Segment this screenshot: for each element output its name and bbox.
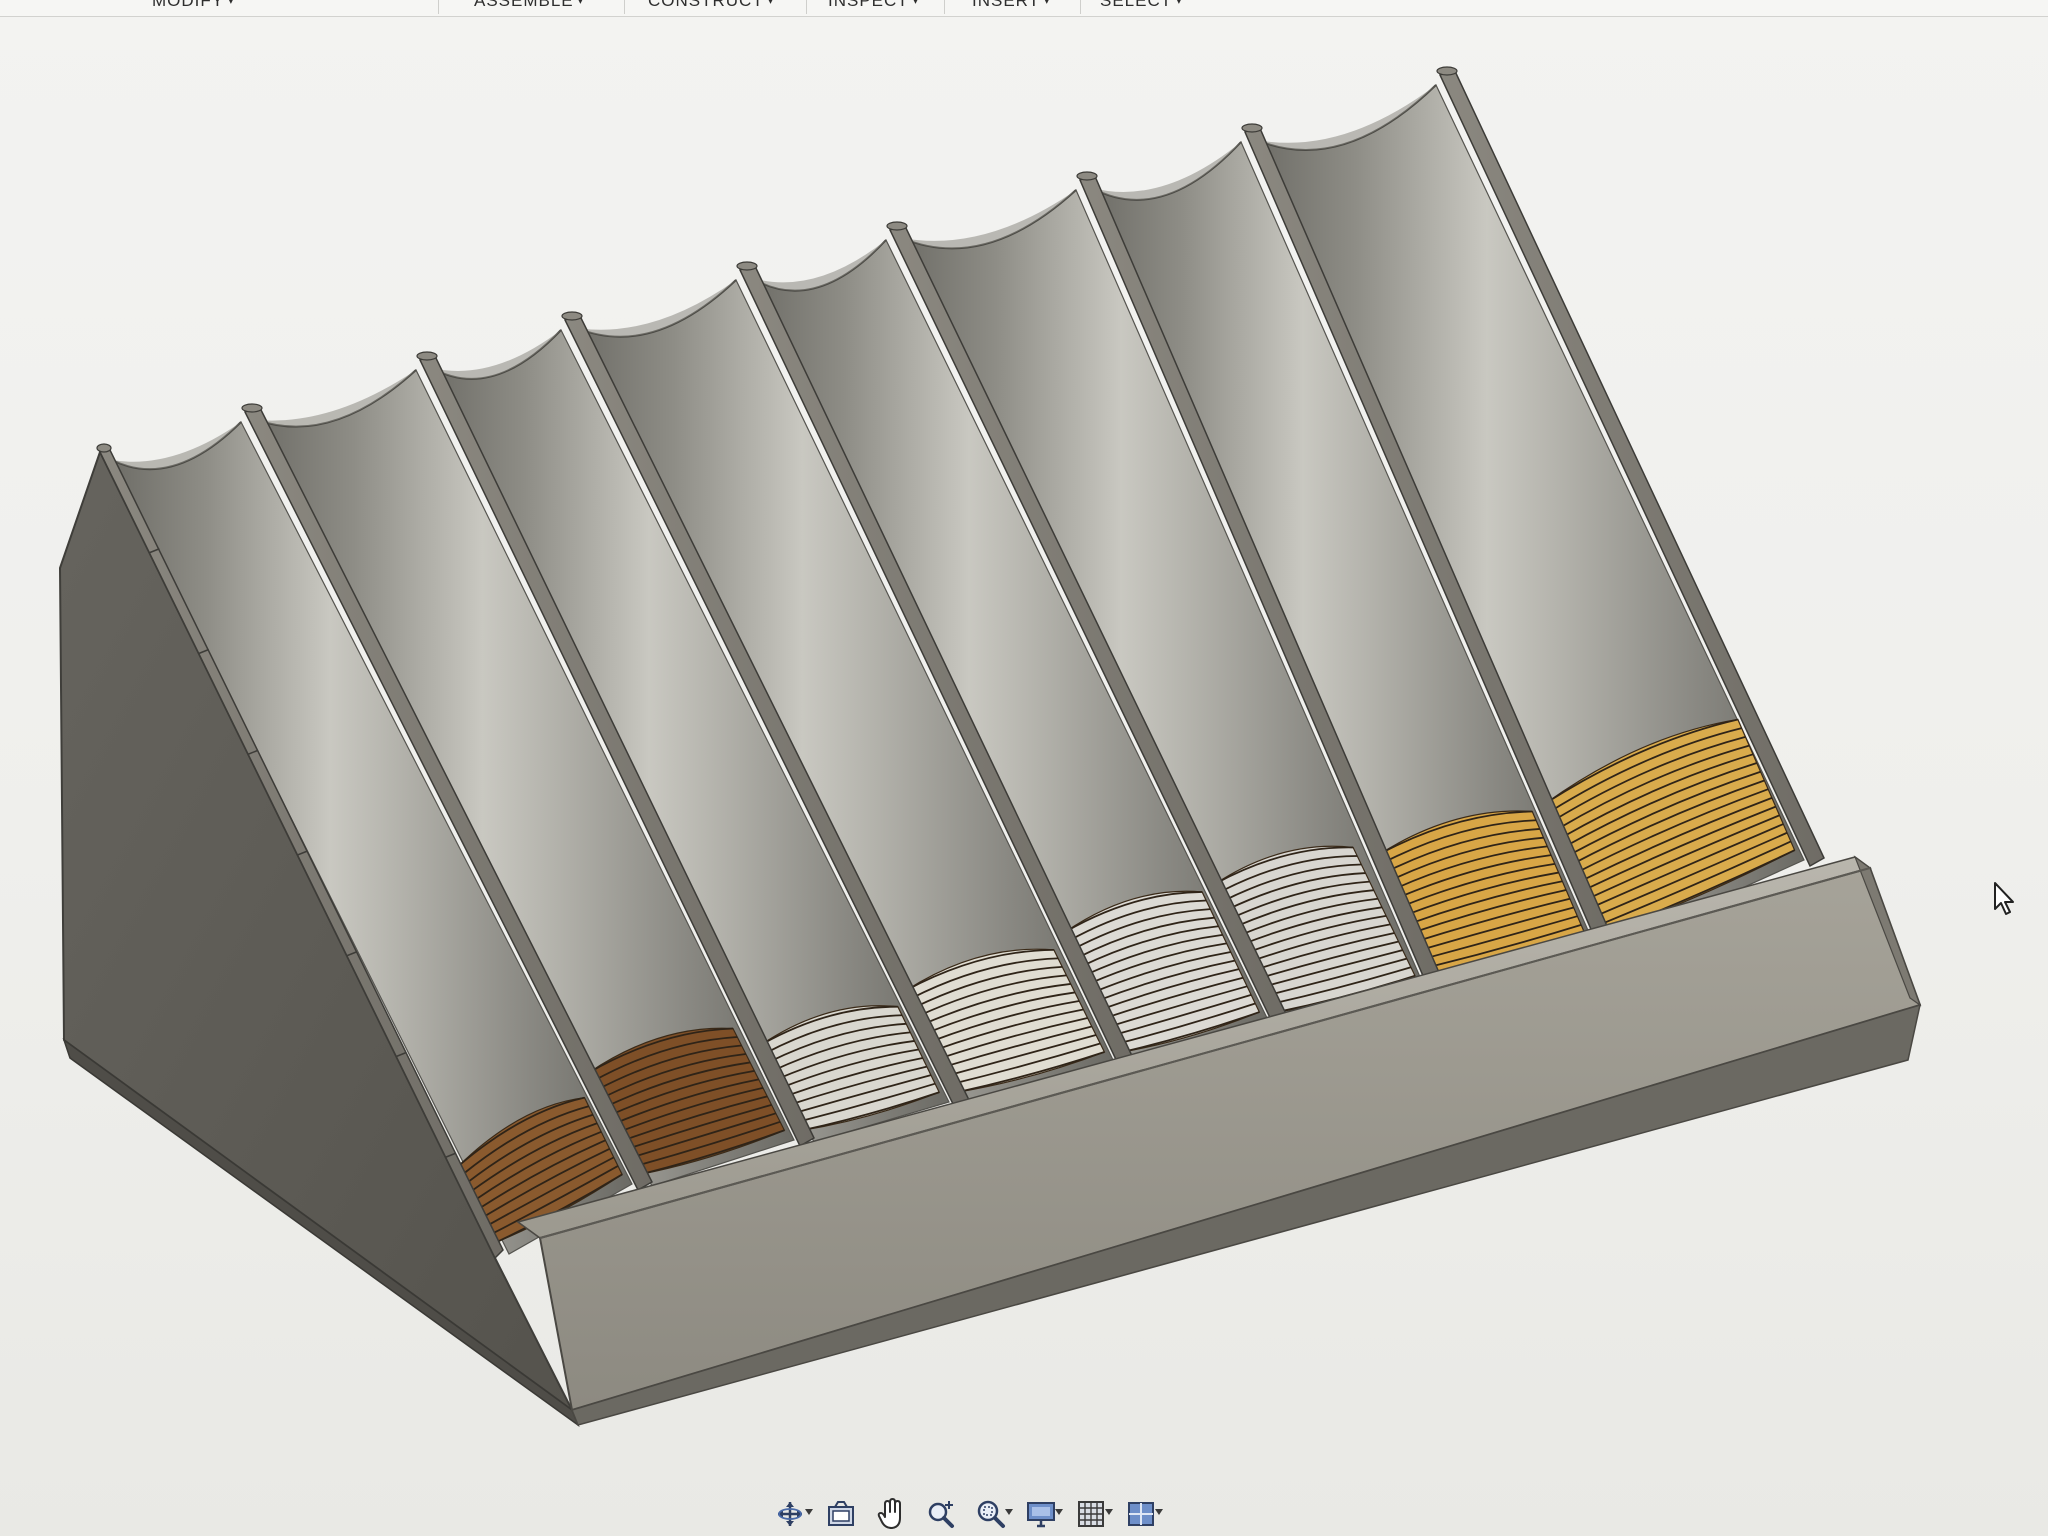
divider-cap	[1241, 123, 1263, 133]
grid-snaps-button[interactable]	[1068, 1496, 1114, 1532]
orbit-icon	[778, 1502, 802, 1526]
modify-menu[interactable]: MODIFY ▾	[152, 0, 235, 13]
pan-button[interactable]	[868, 1496, 914, 1532]
divider-cap	[1436, 66, 1458, 76]
insert-menu[interactable]: INSERT ▾	[972, 0, 1051, 13]
toolbar-divider	[624, 0, 625, 14]
display-settings-button[interactable]	[1018, 1496, 1064, 1532]
divider-cap	[416, 351, 438, 361]
divider-cap	[561, 311, 583, 321]
viewports-button[interactable]	[1118, 1496, 1164, 1532]
pan-hand-icon	[877, 1498, 901, 1529]
orbit-button[interactable]	[768, 1496, 814, 1532]
chevron-down-icon: ▾	[228, 0, 235, 7]
toolbar-divider	[944, 0, 945, 14]
inspect-menu[interactable]: INSPECT ▾	[828, 0, 919, 13]
divider-cap	[1076, 171, 1098, 181]
construct-menu-label: CONSTRUCT	[648, 0, 764, 10]
look-at-button[interactable]	[818, 1496, 864, 1532]
screen: MODIFY ▾ ASSEMBLE ▾ CONSTRUCT ▾ INSPECT ▾ IN…	[0, 0, 2048, 1536]
inspect-menu-label: INSPECT	[828, 0, 909, 10]
select-menu-label: SELECT	[1100, 0, 1173, 10]
zoom-button[interactable]	[918, 1496, 964, 1532]
insert-menu-label: INSERT	[972, 0, 1041, 10]
top-toolbar: MODIFY ▾ ASSEMBLE ▾ CONSTRUCT ▾ INSPECT ▾ IN…	[0, 0, 2048, 17]
chevron-down-icon	[805, 1509, 813, 1515]
assemble-menu-label: ASSEMBLE	[474, 0, 574, 10]
chevron-down-icon: ▾	[1176, 0, 1183, 7]
fit-zoom-icon	[977, 1500, 1005, 1528]
toolbar-divider	[1080, 0, 1081, 14]
chevron-down-icon: ▾	[577, 0, 585, 7]
divider-cap	[241, 403, 263, 413]
coin-sorter-model	[58, 66, 1922, 1428]
zoom-icon	[928, 1501, 954, 1528]
look-at-icon	[828, 1501, 854, 1526]
chevron-down-icon: ▾	[1044, 0, 1051, 7]
chevron-down-icon	[1055, 1509, 1063, 1515]
display-settings-icon	[1027, 1502, 1055, 1528]
assemble-menu[interactable]: ASSEMBLE ▾	[474, 0, 584, 13]
construct-menu[interactable]: CONSTRUCT ▾	[648, 0, 774, 13]
fit-zoom-button[interactable]	[968, 1496, 1014, 1532]
divider-cap	[886, 221, 908, 231]
mouse-cursor-icon	[1993, 881, 2019, 922]
chevron-down-icon	[1155, 1509, 1163, 1515]
divider-cap	[736, 261, 758, 271]
chevron-down-icon: ▾	[767, 0, 775, 7]
divider-cap	[96, 443, 112, 453]
select-menu[interactable]: SELECT ▾	[1100, 0, 1183, 13]
grid-snaps-icon	[1078, 1501, 1104, 1527]
toolbar-divider	[438, 0, 439, 14]
toolbar-divider	[806, 0, 807, 14]
canvas-viewport[interactable]	[0, 17, 2048, 1497]
chevron-down-icon: ▾	[912, 0, 920, 7]
chevron-down-icon	[1105, 1509, 1113, 1515]
modify-menu-label: MODIFY	[152, 0, 225, 10]
chevron-down-icon	[1005, 1509, 1013, 1515]
viewports-icon	[1128, 1502, 1154, 1526]
navigation-bar	[768, 1494, 1188, 1534]
